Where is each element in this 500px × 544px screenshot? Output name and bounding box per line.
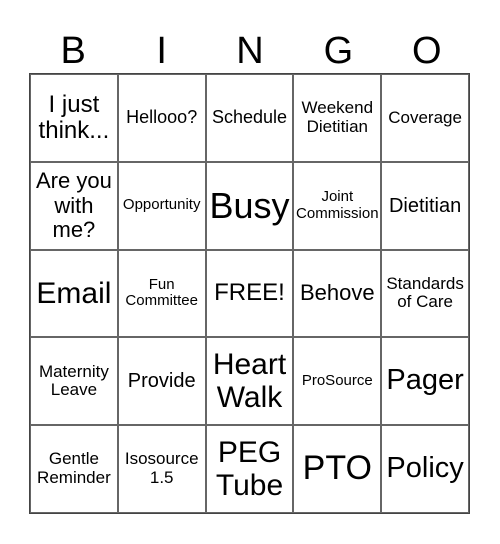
bingo-cell[interactable]: ProSource	[293, 337, 382, 426]
bingo-cell[interactable]: Coverage	[381, 74, 469, 162]
bingo-cell[interactable]: Behove	[293, 249, 382, 338]
bingo-cell[interactable]: Hellooo?	[117, 74, 206, 162]
bingo-cell[interactable]: Are you with me?	[30, 161, 118, 250]
bingo-cell[interactable]: Policy	[381, 425, 469, 513]
header-letter-n: N	[236, 30, 264, 72]
bingo-cell[interactable]: Busy	[205, 161, 294, 250]
header-letter-i: I	[156, 30, 167, 72]
bingo-cell[interactable]: Gentle Reminder	[30, 425, 118, 513]
bingo-cell[interactable]: Email	[30, 249, 118, 338]
bingo-cell[interactable]: Isosource 1.5	[117, 425, 206, 513]
free-space[interactable]: FREE!	[205, 249, 294, 338]
bingo-cell[interactable]: Provide	[117, 337, 206, 426]
bingo-cell[interactable]: Standards of Care	[381, 249, 469, 338]
bingo-cell[interactable]: Pager	[381, 337, 469, 426]
header-letter-o: O	[412, 30, 442, 72]
bingo-cell[interactable]: Joint Commission	[293, 161, 382, 250]
bingo-cell[interactable]: Dietitian	[381, 161, 469, 250]
header-letter-b: B	[60, 30, 86, 72]
bingo-cell[interactable]: Weekend Dietitian	[293, 74, 382, 162]
bingo-cell[interactable]: Heart Walk	[205, 337, 294, 426]
bingo-cell[interactable]: PEG Tube	[205, 425, 294, 513]
bingo-cell[interactable]: I just think...	[30, 74, 118, 162]
bingo-header: B I N G O	[29, 30, 471, 72]
bingo-card: I just think... Hellooo? Schedule Weeken…	[29, 73, 470, 514]
bingo-cell[interactable]: PTO	[293, 425, 382, 513]
bingo-cell[interactable]: Opportunity	[117, 161, 206, 250]
bingo-cell[interactable]: Fun Committee	[117, 249, 206, 338]
bingo-cell[interactable]: Maternity Leave	[30, 337, 118, 426]
bingo-cell[interactable]: Schedule	[205, 74, 294, 162]
header-letter-g: G	[323, 30, 354, 72]
